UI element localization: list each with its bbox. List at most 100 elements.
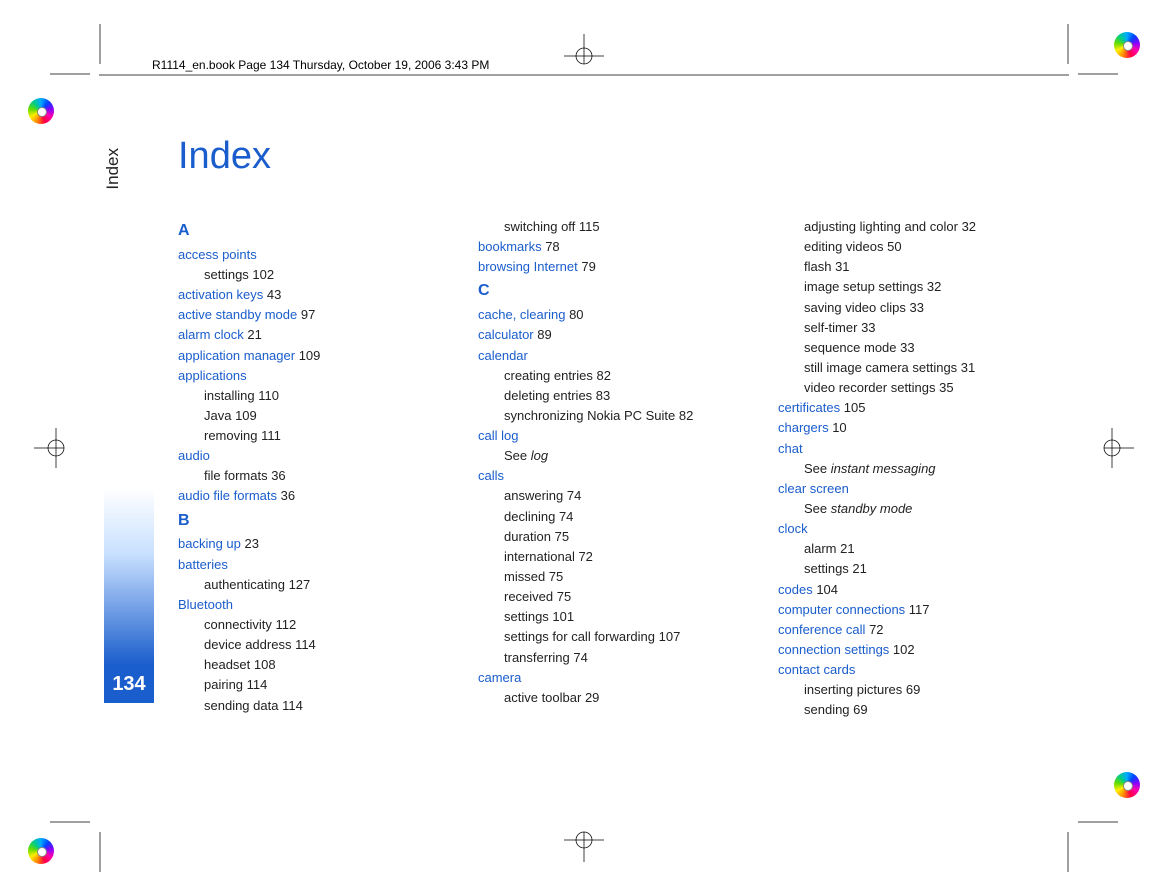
page-ref: 21 xyxy=(840,541,854,556)
index-link[interactable]: call log xyxy=(478,428,518,443)
index-subentry: connectivity xyxy=(204,617,276,632)
index-subentry: See xyxy=(504,448,531,463)
page-ref: 114 xyxy=(247,677,268,692)
index-subentry: file formats xyxy=(204,468,271,483)
page-ref: 33 xyxy=(910,300,924,315)
index-subentry: authenticating xyxy=(204,577,289,592)
page-ref: 101 xyxy=(552,609,574,624)
page-ref: 43 xyxy=(267,287,281,302)
index-subentry: flash xyxy=(804,259,835,274)
index-subentry: creating entries xyxy=(504,368,597,383)
index-link[interactable]: chat xyxy=(778,441,803,456)
index-link[interactable]: calls xyxy=(478,468,504,483)
index-subentry: saving video clips xyxy=(804,300,910,315)
page-ref: 32 xyxy=(962,219,976,234)
section-tab: Index xyxy=(103,148,123,190)
registration-mark-icon xyxy=(1114,772,1140,798)
index-link[interactable]: bookmarks xyxy=(478,239,545,254)
page-ref: 72 xyxy=(578,549,592,564)
page-ref: 75 xyxy=(557,589,571,604)
crop-mark-right xyxy=(1094,418,1134,478)
index-subentry: settings xyxy=(504,609,552,624)
page-ref: 107 xyxy=(659,629,681,644)
index-link[interactable]: computer connections xyxy=(778,602,909,617)
crop-mark-br xyxy=(1058,812,1118,872)
see-ref: instant messaging xyxy=(831,461,936,476)
page-ref: 31 xyxy=(835,259,849,274)
index-link[interactable]: access points xyxy=(178,247,257,262)
page-ref: 50 xyxy=(887,239,901,254)
index-link[interactable]: codes xyxy=(778,582,816,597)
page-ref: 69 xyxy=(906,682,920,697)
index-link[interactable]: clear screen xyxy=(778,481,849,496)
index-link[interactable]: calculator xyxy=(478,327,537,342)
page-title: Index xyxy=(178,135,271,178)
index-subentry: See xyxy=(804,501,831,516)
index-link[interactable]: contact cards xyxy=(778,662,855,677)
index-link[interactable]: clock xyxy=(778,521,808,536)
page-ref: 114 xyxy=(295,637,316,652)
index-link[interactable]: Bluetooth xyxy=(178,597,233,612)
index-link[interactable]: activation keys xyxy=(178,287,267,302)
index-link[interactable]: chargers xyxy=(778,420,832,435)
index-link[interactable]: batteries xyxy=(178,557,228,572)
page-ref: 89 xyxy=(537,327,551,342)
index-column-2: switching off 115 bookmarks 78 browsing … xyxy=(468,217,768,721)
index-link[interactable]: calendar xyxy=(478,348,528,363)
index-subentry: duration xyxy=(504,529,555,544)
index-subentry: installing xyxy=(204,388,258,403)
see-ref: log xyxy=(531,448,548,463)
page-ref: 112 xyxy=(276,617,297,632)
index-link[interactable]: active standby mode xyxy=(178,307,301,322)
index-subentry: synchronizing Nokia PC Suite xyxy=(504,408,679,423)
index-subentry: active toolbar xyxy=(504,690,585,705)
registration-mark-icon xyxy=(28,98,54,124)
page-ref: 109 xyxy=(299,348,321,363)
index-subentry: device address xyxy=(204,637,295,652)
running-header: R1114_en.book Page 134 Thursday, October… xyxy=(152,58,489,72)
page-ref: 29 xyxy=(585,690,599,705)
index-link[interactable]: backing up xyxy=(178,536,245,551)
page-ref: 109 xyxy=(235,408,257,423)
page-number-badge: 134 xyxy=(104,665,154,703)
index-subentry: inserting pictures xyxy=(804,682,906,697)
page-ref: 115 xyxy=(579,219,600,234)
index-subentry: deleting entries xyxy=(504,388,596,403)
page-ref: 33 xyxy=(900,340,914,355)
page-ref: 75 xyxy=(555,529,569,544)
page-ref: 82 xyxy=(679,408,693,423)
index-link[interactable]: connection settings xyxy=(778,642,893,657)
index-subentry: settings for call forwarding xyxy=(504,629,659,644)
index-link[interactable]: applications xyxy=(178,368,247,383)
index-link[interactable]: audio xyxy=(178,448,210,463)
index-link[interactable]: camera xyxy=(478,670,521,685)
see-ref: standby mode xyxy=(831,501,913,516)
page-ref: 97 xyxy=(301,307,315,322)
page-ref: 111 xyxy=(261,428,281,443)
page-ref: 105 xyxy=(844,400,866,415)
index-link[interactable]: audio file formats xyxy=(178,488,281,503)
index-column-3: adjusting lighting and color 32 editing … xyxy=(768,217,1058,721)
page-ref: 36 xyxy=(271,468,285,483)
letter-heading-c: C xyxy=(478,279,768,304)
index-subentry: editing videos xyxy=(804,239,887,254)
index-subentry: transferring xyxy=(504,650,573,665)
crop-mark-bl xyxy=(50,812,110,872)
page-ref: 69 xyxy=(853,702,867,717)
index-link[interactable]: browsing Internet xyxy=(478,259,581,274)
index-link[interactable]: application manager xyxy=(178,348,299,363)
index-link[interactable]: conference call xyxy=(778,622,869,637)
page-ref: 80 xyxy=(569,307,583,322)
index-link[interactable]: alarm clock xyxy=(178,327,247,342)
index-column-1: A access points settings 102 activation … xyxy=(178,217,468,721)
index-subentry: still image camera settings xyxy=(804,360,961,375)
index-subentry: international xyxy=(504,549,578,564)
index-link[interactable]: cache, clearing xyxy=(478,307,569,322)
index-link[interactable]: certificates xyxy=(778,400,844,415)
registration-mark-icon xyxy=(1114,32,1140,58)
index-subentry: sequence mode xyxy=(804,340,900,355)
index-subentry: self-timer xyxy=(804,320,861,335)
page-ref: 36 xyxy=(281,488,295,503)
index-subentry: declining xyxy=(504,509,559,524)
page-ref: 104 xyxy=(816,582,838,597)
